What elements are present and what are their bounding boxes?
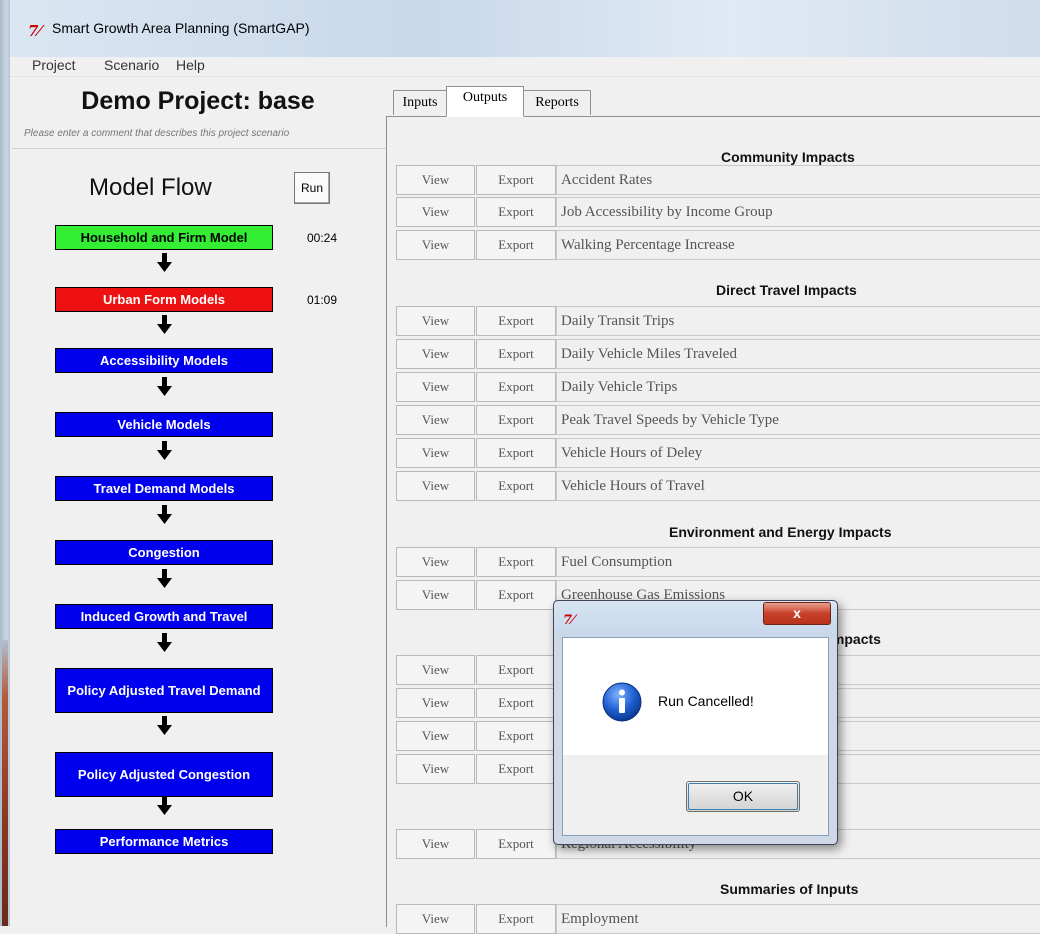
comment-input[interactable] bbox=[24, 128, 384, 139]
view-button[interactable]: View bbox=[396, 829, 475, 859]
tab-inputs[interactable]: Inputs bbox=[393, 90, 447, 115]
step-time: 00:24 bbox=[307, 231, 338, 245]
section-title: Environment and Energy Impacts bbox=[669, 524, 892, 540]
arrow-down-icon bbox=[157, 441, 172, 460]
view-button[interactable]: View bbox=[396, 471, 475, 501]
export-button[interactable]: Export bbox=[476, 372, 556, 402]
dialog-title-bar: 7⁄ x bbox=[554, 601, 837, 637]
dialog-message: Run Cancelled! bbox=[658, 693, 754, 709]
export-button[interactable]: Export bbox=[476, 165, 556, 195]
export-button[interactable]: Export bbox=[476, 580, 556, 610]
step-congestion[interactable]: Congestion bbox=[55, 540, 273, 565]
arrow-down-icon bbox=[157, 716, 172, 735]
view-button[interactable]: View bbox=[396, 655, 475, 685]
arrow-down-icon bbox=[157, 569, 172, 588]
close-button[interactable]: x bbox=[763, 602, 831, 625]
output-label: Employment bbox=[556, 904, 1040, 934]
export-button[interactable]: Export bbox=[476, 306, 556, 336]
view-button[interactable]: View bbox=[396, 580, 475, 610]
output-label: Fuel Consumption bbox=[556, 547, 1040, 577]
step-urban-form-models[interactable]: Urban Form Models bbox=[55, 287, 273, 312]
view-button[interactable]: View bbox=[396, 904, 475, 934]
export-button[interactable]: Export bbox=[476, 230, 556, 260]
export-button[interactable]: Export bbox=[476, 405, 556, 435]
window-border-left bbox=[0, 0, 10, 926]
export-button[interactable]: Export bbox=[476, 197, 556, 227]
menu-help[interactable]: Help bbox=[176, 57, 205, 73]
view-button[interactable]: View bbox=[396, 547, 475, 577]
export-button[interactable]: Export bbox=[476, 655, 556, 685]
section-title: Community Impacts bbox=[721, 149, 855, 165]
output-label: Accident Rates bbox=[556, 165, 1040, 195]
output-label: Daily Vehicle Miles Traveled bbox=[556, 339, 1040, 369]
export-button[interactable]: Export bbox=[476, 547, 556, 577]
tk-feather-icon: 7⁄ bbox=[563, 613, 575, 628]
export-button[interactable]: Export bbox=[476, 339, 556, 369]
view-button[interactable]: View bbox=[396, 438, 475, 468]
step-accessibility-models[interactable]: Accessibility Models bbox=[55, 348, 273, 373]
step-induced-growth-and-travel[interactable]: Induced Growth and Travel bbox=[55, 604, 273, 629]
app-window: 7⁄ Smart Growth Area Planning (SmartGAP)… bbox=[0, 0, 1040, 934]
tab-outputs[interactable]: Outputs bbox=[446, 86, 524, 117]
output-label: Job Accessibility by Income Group bbox=[556, 197, 1040, 227]
arrow-down-icon bbox=[157, 377, 172, 396]
run-button[interactable]: Run bbox=[294, 172, 330, 204]
ok-button[interactable]: OK bbox=[686, 781, 800, 812]
output-label: Walking Percentage Increase bbox=[556, 230, 1040, 260]
section-title: Direct Travel Impacts bbox=[716, 282, 857, 298]
arrow-down-icon bbox=[157, 505, 172, 524]
arrow-down-icon bbox=[157, 315, 172, 334]
arrow-down-icon bbox=[157, 633, 172, 652]
step-policy-adjusted-travel-demand[interactable]: Policy Adjusted Travel Demand bbox=[55, 668, 273, 713]
view-button[interactable]: View bbox=[396, 372, 475, 402]
export-button[interactable]: Export bbox=[476, 754, 556, 784]
output-label: Vehicle Hours of Deley bbox=[556, 438, 1040, 468]
dialog-footer: OK bbox=[562, 755, 829, 836]
info-icon bbox=[602, 682, 642, 722]
step-vehicle-models[interactable]: Vehicle Models bbox=[55, 412, 273, 437]
menu-bar: Project Scenario Help bbox=[10, 57, 1040, 77]
output-label: Peak Travel Speeds by Vehicle Type bbox=[556, 405, 1040, 435]
step-household-and-firm-model[interactable]: Household and Firm Model bbox=[55, 225, 273, 250]
view-button[interactable]: View bbox=[396, 197, 475, 227]
export-button[interactable]: Export bbox=[476, 721, 556, 751]
step-time: 01:09 bbox=[307, 293, 338, 307]
export-button[interactable]: Export bbox=[476, 829, 556, 859]
title-bar: 7⁄ Smart Growth Area Planning (SmartGAP) bbox=[10, 0, 1040, 57]
output-label: Daily Transit Trips bbox=[556, 306, 1040, 336]
export-button[interactable]: Export bbox=[476, 471, 556, 501]
message-dialog: 7⁄ x Run Cancelled! OK bbox=[553, 600, 838, 845]
view-button[interactable]: View bbox=[396, 721, 475, 751]
view-button[interactable]: View bbox=[396, 165, 475, 195]
export-button[interactable]: Export bbox=[476, 688, 556, 718]
arrow-down-icon bbox=[157, 253, 172, 272]
output-label: Daily Vehicle Trips bbox=[556, 372, 1040, 402]
view-button[interactable]: View bbox=[396, 230, 475, 260]
step-performance-metrics[interactable]: Performance Metrics bbox=[55, 829, 273, 854]
tk-feather-icon: 7⁄ bbox=[28, 22, 41, 40]
step-policy-adjusted-congestion[interactable]: Policy Adjusted Congestion bbox=[55, 752, 273, 797]
project-title: Demo Project: base bbox=[81, 87, 315, 115]
view-button[interactable]: View bbox=[396, 688, 475, 718]
divider bbox=[12, 148, 386, 149]
window-title: Smart Growth Area Planning (SmartGAP) bbox=[52, 20, 310, 36]
tab-reports[interactable]: Reports bbox=[523, 90, 591, 115]
view-button[interactable]: View bbox=[396, 306, 475, 336]
dialog-body: Run Cancelled! bbox=[562, 637, 829, 756]
view-button[interactable]: View bbox=[396, 339, 475, 369]
view-button[interactable]: View bbox=[396, 405, 475, 435]
model-flow-heading: Model Flow bbox=[89, 174, 212, 201]
view-button[interactable]: View bbox=[396, 754, 475, 784]
section-title: Summaries of Inputs bbox=[720, 881, 859, 897]
export-button[interactable]: Export bbox=[476, 438, 556, 468]
output-label: Vehicle Hours of Travel bbox=[556, 471, 1040, 501]
menu-scenario[interactable]: Scenario bbox=[104, 57, 159, 73]
step-travel-demand-models[interactable]: Travel Demand Models bbox=[55, 476, 273, 501]
arrow-down-icon bbox=[157, 796, 172, 815]
export-button[interactable]: Export bbox=[476, 904, 556, 934]
menu-project[interactable]: Project bbox=[32, 57, 76, 73]
